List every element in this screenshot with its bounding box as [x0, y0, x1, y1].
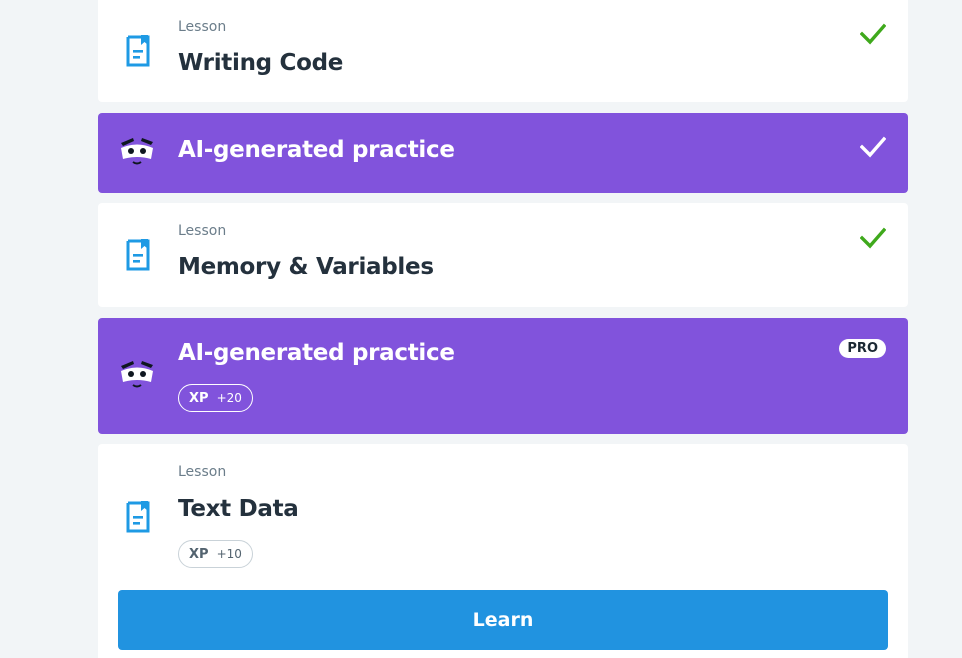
ai-practice-title: AI-generated practice — [178, 137, 455, 163]
xp-value: +20 — [216, 391, 242, 405]
lesson-card-memory-variables[interactable]: Lesson Memory & Variables — [98, 203, 908, 307]
pro-badge: PRO — [839, 339, 886, 358]
ai-practice-title: AI-generated practice — [178, 340, 455, 366]
lesson-kicker: Lesson — [178, 464, 227, 480]
lesson-title: Text Data — [178, 496, 299, 522]
xp-reward-pill: XP +20 — [178, 384, 253, 412]
learn-button[interactable]: Learn — [118, 590, 888, 650]
ai-mascot-icon — [121, 138, 153, 165]
lesson-document-icon — [126, 239, 150, 271]
completed-check-icon — [860, 227, 886, 249]
xp-label: XP — [189, 390, 209, 406]
ai-practice-card[interactable]: AI-generated practice — [98, 113, 908, 193]
ai-practice-card-pro[interactable]: AI-generated practice PRO XP +20 — [98, 318, 908, 434]
xp-label: XP — [189, 546, 209, 562]
lesson-document-icon — [126, 501, 150, 533]
lesson-kicker: Lesson — [178, 19, 227, 35]
xp-value: +10 — [216, 547, 242, 561]
lesson-kicker: Lesson — [178, 223, 227, 239]
completed-check-icon — [860, 23, 886, 45]
lesson-document-icon — [126, 35, 150, 67]
lesson-title: Memory & Variables — [178, 254, 434, 280]
xp-reward-pill: XP +10 — [178, 540, 253, 568]
ai-mascot-icon — [121, 361, 153, 388]
completed-check-icon — [860, 136, 886, 158]
lesson-title: Writing Code — [178, 50, 344, 76]
lesson-card-writing-code[interactable]: Lesson Writing Code — [98, 0, 908, 102]
